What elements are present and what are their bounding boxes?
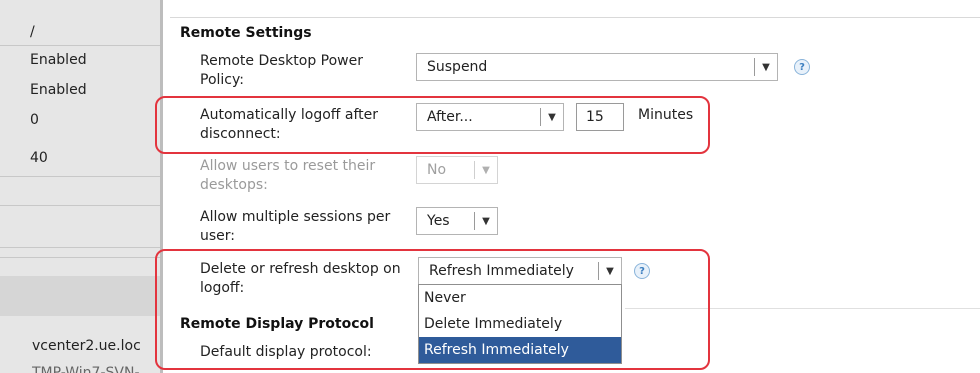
multiple-sessions-select[interactable]: Yes ▼ bbox=[416, 207, 498, 235]
summary-separator bbox=[0, 247, 160, 248]
summary-header-block bbox=[0, 276, 160, 316]
cut-off-text: TMP-Win7-SVN-... bbox=[32, 365, 153, 373]
summary-value: Enabled bbox=[30, 52, 87, 68]
remote-settings-header: Remote Settings bbox=[180, 25, 312, 41]
summary-separator bbox=[0, 45, 160, 46]
summary-separator bbox=[0, 257, 160, 258]
reset-desktops-label: Allow users to reset their desktops: bbox=[200, 158, 376, 193]
top-divider bbox=[170, 17, 980, 18]
highlight-box-auto-logoff bbox=[155, 96, 710, 154]
summary-value: 40 bbox=[30, 150, 48, 166]
reset-desktops-select[interactable]: No ▼ bbox=[416, 156, 498, 184]
summary-separator bbox=[0, 176, 160, 177]
reset-desktops-value: No bbox=[427, 162, 447, 178]
summary-separator bbox=[0, 205, 160, 206]
summary-value: Enabled bbox=[30, 82, 87, 98]
chevron-down-icon: ▼ bbox=[762, 61, 770, 73]
multiple-sessions-label: Allow multiple sessions per user: bbox=[200, 209, 391, 244]
power-policy-select[interactable]: Suspend ▼ bbox=[416, 53, 778, 81]
vcenter-server: vcenter2.ue.loc bbox=[32, 338, 141, 354]
chevron-down-icon: ▼ bbox=[482, 215, 490, 227]
left-summary-panel: / Enabled Enabled 0 40 vcenter2.ue.loc T… bbox=[0, 0, 163, 373]
multiple-sessions-value: Yes bbox=[427, 213, 450, 229]
highlight-box-delete-refresh bbox=[155, 249, 710, 370]
summary-value-path: / bbox=[30, 24, 35, 40]
chevron-down-icon: ▼ bbox=[482, 164, 490, 176]
power-policy-value: Suspend bbox=[427, 59, 488, 75]
help-icon[interactable]: ? bbox=[794, 59, 810, 75]
summary-value: 0 bbox=[30, 112, 39, 128]
power-policy-label: Remote Desktop Power Policy: bbox=[200, 53, 363, 88]
